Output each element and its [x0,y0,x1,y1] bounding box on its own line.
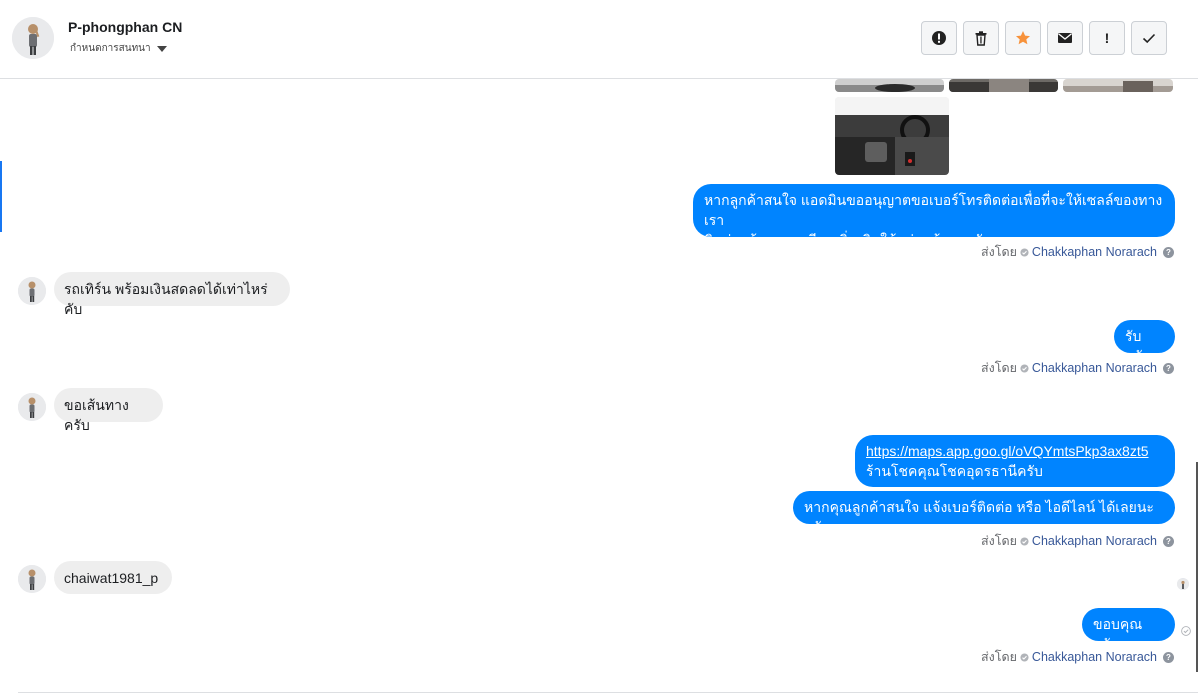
left-edge-indicator [0,161,2,232]
sent-by-line: ส่งโดย Chakkaphan Norarach ? [981,242,1174,262]
outgoing-message: รับครับ [1114,320,1175,364]
sent-by-line: ส่งโดย Chakkaphan Norarach ? [981,647,1174,667]
contact-avatar-small[interactable] [18,565,46,593]
contact-name: P-phongphan CN [68,19,183,35]
mail-icon [1058,33,1072,43]
conversation-toolbar: ! [921,21,1167,55]
message-text: รถเทิร์น พร้อมเงินสดลดได้เท่าไหร่คับ [64,281,268,317]
sent-by-line: ส่งโดย Chakkaphan Norarach ? [981,358,1174,378]
exclamation-icon: ! [1104,30,1110,46]
help-icon[interactable]: ? [1163,535,1174,547]
verified-icon [1020,363,1029,373]
outgoing-message: หากลูกค้าสนใจ แอดมินขออนุญาตขอเบอร์โทรติ… [693,184,1175,248]
trash-icon [975,31,987,46]
incoming-message: ขอเส้นทางครับ [54,388,163,433]
report-spam-button[interactable] [921,21,957,55]
outgoing-message: https://maps.app.goo.gl/oVQYmtsPkp3ax8zt… [855,435,1175,487]
star-button[interactable] [1005,21,1041,55]
help-icon[interactable]: ? [1163,362,1174,374]
agent-name-link[interactable]: Chakkaphan Norarach [1032,361,1157,375]
message-text: ร้านโชคคุณโชคอุดรธานีครับ [866,463,1043,479]
assign-conversation-dropdown[interactable]: กำหนดการสนทนา [70,41,167,56]
image-thumbnail[interactable] [835,97,949,175]
agent-name-link[interactable]: Chakkaphan Norarach [1032,534,1157,548]
verified-icon [1020,536,1029,546]
delete-button[interactable] [963,21,999,55]
help-icon[interactable]: ? [1163,246,1174,258]
message-text: ขอเส้นทางครับ [64,397,129,433]
mark-unread-button[interactable] [1047,21,1083,55]
follow-up-button[interactable]: ! [1089,21,1125,55]
conversation-header: P-phongphan CN กำหนดการสนทนา ! [0,0,1198,79]
report-icon [932,31,946,45]
image-thumbnail[interactable] [1063,79,1173,92]
outgoing-message: หากคุณลูกค้าสนใจ แจ้งเบอร์ติดต่อ หรือ ไอ… [793,491,1175,535]
image-thumbnail[interactable] [835,79,944,92]
outgoing-message: ขอบคุณครับ [1082,608,1175,652]
contact-avatar-small[interactable] [18,277,46,305]
delivered-check-icon [1181,626,1191,636]
check-icon [1142,33,1156,44]
sent-by-label: ส่งโดย [981,245,1017,259]
verified-icon [1020,247,1029,257]
assign-label: กำหนดการสนทนา [70,43,151,54]
composer-divider [18,692,1198,693]
sent-by-line: ส่งโดย Chakkaphan Norarach ? [981,531,1174,551]
message-text: หากลูกค้าสนใจ แอดมินขออนุญาตขอเบอร์โทรติ… [704,192,1163,228]
incoming-message: chaiwat1981_p [54,561,172,594]
sent-by-label: ส่งโดย [981,361,1017,375]
help-icon[interactable]: ? [1163,651,1174,663]
incoming-message: รถเทิร์น พร้อมเงินสดลดได้เท่าไหร่คับ [54,272,290,317]
sent-by-label: ส่งโดย [981,650,1017,664]
map-link[interactable]: https://maps.app.goo.gl/oVQYmtsPkp3ax8zt… [866,443,1149,459]
verified-icon [1020,652,1029,662]
sent-by-label: ส่งโดย [981,534,1017,548]
contact-avatar[interactable] [12,17,54,59]
star-icon [1016,31,1030,45]
mark-done-button[interactable] [1131,21,1167,55]
message-text: หากคุณลูกค้าสนใจ แจ้งเบอร์ติดต่อ หรือ ไอ… [804,499,1154,535]
contact-avatar-small[interactable] [18,393,46,421]
seen-by-avatar [1177,578,1189,590]
caret-down-icon [156,45,167,52]
message-text: chaiwat1981_p [64,570,159,586]
agent-name-link[interactable]: Chakkaphan Norarach [1032,245,1157,259]
agent-name-link[interactable]: Chakkaphan Norarach [1032,650,1157,664]
image-thumbnail[interactable] [949,79,1058,92]
